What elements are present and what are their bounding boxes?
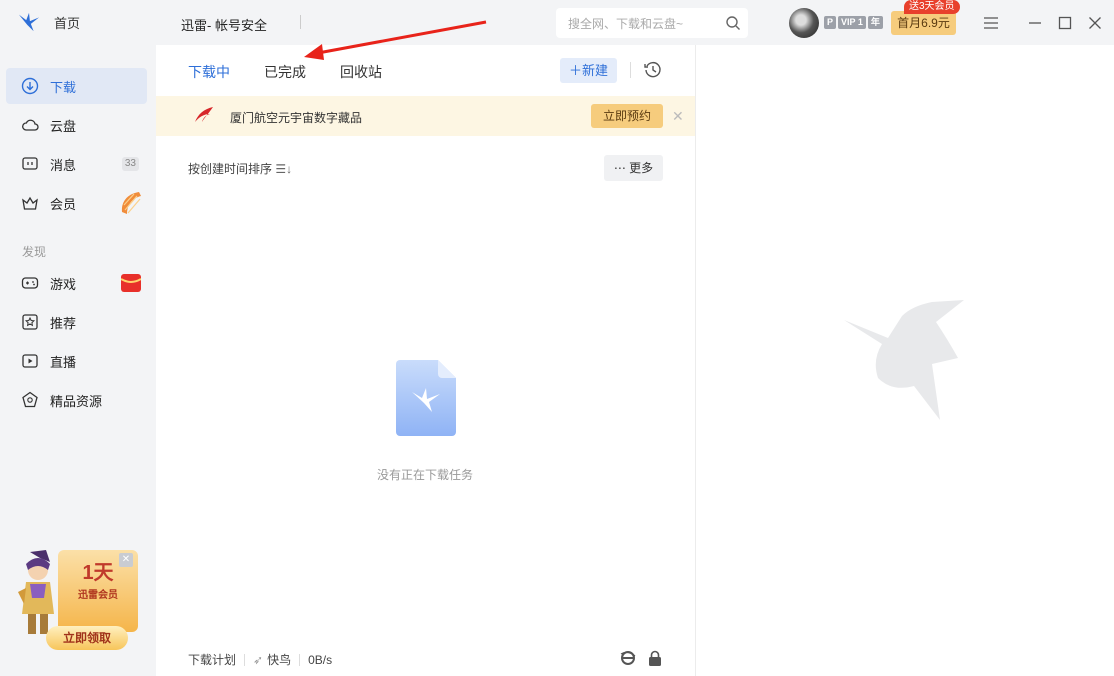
crown-icon [21, 194, 39, 212]
message-count-badge: 33 [121, 157, 139, 171]
more-label: 更多 [629, 161, 654, 175]
vip-badge: P VIP 1 年 [824, 16, 883, 29]
lock-icon[interactable] [648, 650, 662, 669]
close-icon[interactable] [1086, 14, 1104, 32]
sidebar-item-live[interactable]: 直播 [6, 343, 147, 379]
xiamen-airlines-logo-icon [195, 107, 213, 122]
sidebar-item-label: 消息 [50, 157, 77, 173]
promo-vip-label: 迅雷会员 [78, 590, 118, 601]
browser-icon[interactable] [620, 650, 636, 669]
cloud-icon [21, 116, 39, 134]
message-icon [21, 155, 39, 173]
star-icon [21, 313, 39, 331]
search-input[interactable]: 搜全网、下载和云盘~ [556, 8, 748, 38]
gift-badge: 送3天会员 [904, 0, 960, 14]
download-speed: 0B/s [308, 652, 333, 667]
footer-divider [299, 653, 301, 666]
vip-p-label: P [824, 16, 837, 29]
claim-button[interactable]: 立即领取 [46, 626, 128, 650]
reserve-button[interactable]: 立即预约 [591, 104, 663, 128]
banner-text: 厦门航空元宇宙数字藏品 [230, 111, 363, 125]
bird-icon: ➶ [253, 652, 264, 667]
search-placeholder: 搜全网、下载和云盘~ [568, 16, 684, 31]
sidebar-item-member[interactable]: 会员 [6, 185, 147, 221]
gem-icon [21, 391, 39, 409]
sidebar-item-resources[interactable]: 精品资源 [6, 382, 147, 418]
sort-dropdown[interactable]: 按创建时间排序 ☰↓ [188, 160, 292, 177]
vip-promo-card[interactable]: 1天 迅雷会员 立即领取 ✕ [16, 548, 146, 653]
toolbar-divider [630, 62, 631, 78]
sidebar: 首页 下载 云盘 消息 33 会员 发现 游戏 推荐 直播 精品资源 1天 迅雷… [0, 0, 156, 676]
minimize-icon[interactable] [1026, 14, 1044, 32]
window-title: 迅雷- 帐号安全 [181, 18, 267, 33]
sidebar-item-label: 直播 [50, 354, 77, 370]
sidebar-item-label: 精品资源 [50, 393, 103, 409]
sidebar-item-label: 游戏 [50, 276, 77, 292]
home-link[interactable]: 首页 [18, 10, 80, 34]
xunlei-watermark-icon [840, 300, 970, 423]
banner-close-icon[interactable]: ✕ [672, 108, 684, 125]
home-label: 首页 [54, 15, 81, 31]
xunlei-logo-icon [18, 12, 40, 32]
sidebar-item-label: 会员 [50, 196, 77, 212]
status-footer: 下载计划 ➶ 快鸟 0B/s [188, 651, 332, 668]
sidebar-item-cloud[interactable]: 云盘 [6, 107, 147, 143]
search-icon[interactable] [718, 15, 748, 31]
download-plan-link[interactable]: 下载计划 [188, 651, 236, 668]
section-discover: 发现 [22, 245, 47, 259]
shell-icon [121, 192, 141, 214]
avatar[interactable] [789, 8, 819, 38]
sidebar-item-label: 推荐 [50, 315, 77, 331]
tab-downloading[interactable]: 下载中 [188, 62, 230, 82]
new-task-label: 新建 [582, 63, 609, 78]
footer-divider [244, 653, 246, 666]
sort-label: 按创建时间排序 [188, 162, 273, 176]
live-icon [21, 352, 39, 370]
sidebar-item-message[interactable]: 消息 33 [6, 146, 147, 182]
tab-recycle-bin[interactable]: 回收站 [340, 62, 382, 82]
menu-icon[interactable] [982, 14, 1000, 32]
ellipsis-icon: ⋯ [613, 161, 626, 175]
tab-completed[interactable]: 已完成 [264, 62, 306, 82]
new-task-button[interactable]: ＋新建 [560, 58, 617, 83]
panel-divider [695, 45, 696, 676]
title-divider [300, 15, 301, 29]
red-envelope-icon [121, 274, 141, 292]
vip-level-label: VIP 1 [838, 16, 866, 29]
download-icon [21, 77, 39, 95]
first-month-price-button[interactable]: 首月6.9元 [891, 11, 956, 35]
promo-close-icon[interactable]: ✕ [119, 553, 133, 567]
plus-icon: ＋ [568, 63, 582, 78]
fast-bird-mode[interactable]: 快鸟 [267, 651, 291, 668]
ad-banner[interactable]: 厦门航空元宇宙数字藏品 立即预约 ✕ [156, 96, 695, 136]
sidebar-item-label: 下载 [50, 79, 77, 95]
empty-state-text: 没有正在下载任务 [377, 468, 474, 482]
empty-file-icon [396, 360, 456, 439]
sidebar-item-label: 云盘 [50, 118, 77, 134]
sidebar-item-recommend[interactable]: 推荐 [6, 304, 147, 340]
vip-year-label: 年 [867, 16, 883, 29]
sidebar-item-game[interactable]: 游戏 [6, 265, 147, 301]
more-button[interactable]: ⋯ 更多 [604, 155, 663, 181]
gamepad-icon [21, 274, 39, 292]
sidebar-item-download[interactable]: 下载 [6, 68, 147, 104]
maximize-icon[interactable] [1056, 14, 1074, 32]
title-bar: 迅雷- 帐号安全 搜全网、下载和云盘~ P VIP 1 年 首月6.9元 送3天… [156, 0, 1114, 45]
download-tabs: 下载中 已完成 回收站 [188, 62, 416, 82]
history-icon[interactable] [643, 60, 663, 80]
sort-order-icon: ☰↓ [275, 162, 293, 176]
